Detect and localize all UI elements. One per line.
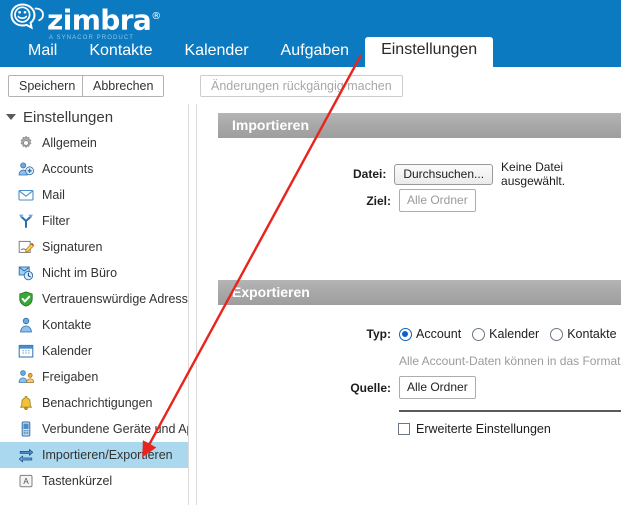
envelope-icon [18, 189, 34, 201]
contacts-icon [20, 317, 32, 333]
chevron-down-icon[interactable] [6, 114, 16, 120]
export-source-folder-select[interactable]: Alle Ordner [399, 376, 476, 399]
keyboard-key-icon: A [19, 474, 33, 488]
export-source-label: Quelle: [350, 380, 391, 395]
cancel-button[interactable]: Abbrechen [82, 75, 165, 97]
radio-option-kontakte[interactable]: Kontakte [550, 327, 617, 341]
signature-icon [18, 240, 34, 253]
sidebar-item-label: Accounts [42, 162, 94, 176]
export-divider [399, 410, 621, 412]
mobile-device-icon [21, 421, 31, 437]
browse-button[interactable]: Durchsuchen... [394, 163, 494, 185]
sidebar-item-nicht-im-buero[interactable]: Nicht im Büro [0, 260, 188, 286]
settings-toolbar: Speichern Abbrechen Änderungen rückgängi… [0, 67, 621, 104]
radio-kontakte-indicator[interactable] [550, 327, 564, 341]
radio-option-account[interactable]: Account [399, 327, 461, 341]
radio-kontakte-label: Kontakte [567, 327, 617, 341]
export-format-hint: Alle Account-Daten können in das Format … [399, 354, 621, 368]
brand-name: zimbra® [47, 3, 161, 34]
undo-changes-button[interactable]: Änderungen rückgängig machen [200, 75, 403, 97]
zimbra-settings-window: zimbra® A SYNACOR PRODUCT Mail Kontakte … [0, 0, 621, 505]
svg-text:A: A [23, 477, 29, 486]
import-target-row: Ziel: Alle Ordner [327, 189, 476, 212]
sidebar-header-label: Einstellungen [23, 108, 114, 126]
radio-account-indicator[interactable] [399, 327, 412, 341]
gear-icon [20, 135, 32, 149]
tab-kalender[interactable]: Kalender [169, 38, 265, 67]
radio-option-kalender[interactable]: Kalender [472, 327, 539, 341]
filter-icon [19, 214, 33, 228]
sidebar-item-mail[interactable]: Mail [0, 182, 188, 208]
sidebar-item-tastenkuerzel[interactable]: A Tastenkürzel [0, 468, 188, 494]
import-section-title: Importieren [218, 113, 621, 138]
sidebar-item-accounts[interactable]: Accounts [0, 156, 188, 182]
settings-sidebar: Einstellungen Allgemein Accounts Mail Fi… [0, 104, 188, 505]
zimbra-logo-mark [10, 3, 44, 30]
advanced-settings-label: Erweiterte Einstellungen [416, 422, 551, 436]
sidebar-item-verbundene-geraete-und-apps[interactable]: Verbundene Geräte und Apps [0, 416, 188, 442]
sidebar-item-label: Vertrauenswürdige Adressen [42, 292, 188, 306]
tab-einstellungen[interactable]: Einstellungen [365, 37, 494, 67]
import-target-folder-select[interactable]: Alle Ordner [399, 189, 476, 212]
export-type-label: Typ: [366, 327, 391, 341]
export-type-row: Typ: Account Kalender Kontakte [327, 327, 621, 341]
sidebar-item-label: Freigaben [42, 370, 99, 384]
tab-aufgaben[interactable]: Aufgaben [265, 38, 366, 67]
sidebar-item-label: Signaturen [42, 240, 103, 254]
save-button[interactable]: Speichern [8, 75, 87, 97]
sidebar-item-label: Verbundene Geräte und Apps [42, 422, 188, 436]
sidebar-item-label: Tastenkürzel [42, 474, 113, 488]
radio-kalender-indicator[interactable] [472, 327, 486, 341]
sidebar-item-label: Mail [42, 188, 65, 202]
sidebar-item-label: Benachrichtigungen [42, 396, 153, 410]
sidebar-item-freigaben[interactable]: Freigaben [0, 364, 188, 390]
import-export-panel: Importieren Datei: Durchsuchen... Keine … [197, 104, 621, 505]
sidebar-item-benachrichtigungen[interactable]: Benachrichtigungen [0, 390, 188, 416]
bell-icon [19, 395, 33, 410]
export-source-row: Quelle: Alle Ordner [327, 376, 476, 399]
sidebar-item-allgemein[interactable]: Allgemein [0, 130, 188, 156]
calendar-icon [18, 344, 34, 358]
brand-registered-mark: ® [151, 11, 161, 22]
sidebar-header[interactable]: Einstellungen [0, 104, 188, 130]
main-tab-bar: Mail Kontakte Kalender Aufgaben Einstell… [0, 37, 621, 67]
tab-kontakte[interactable]: Kontakte [73, 38, 168, 67]
export-section-title: Exportieren [218, 280, 621, 305]
import-target-label: Ziel: [366, 193, 391, 208]
sidebar-item-label: Nicht im Büro [42, 266, 118, 280]
import-export-icon [18, 449, 34, 463]
app-header: zimbra® A SYNACOR PRODUCT Mail Kontakte … [0, 0, 621, 67]
share-icon [18, 370, 34, 383]
sidebar-item-filter[interactable]: Filter [0, 208, 188, 234]
sidebar-item-label: Filter [42, 214, 70, 228]
sidebar-item-kalender[interactable]: Kalender [0, 338, 188, 364]
radio-kalender-label: Kalender [489, 327, 540, 341]
sidebar-item-label: Kontakte [42, 318, 92, 332]
brand-name-text: zimbra [47, 3, 152, 37]
advanced-settings-checkbox[interactable] [398, 423, 410, 435]
sidebar-item-label: Allgemein [42, 136, 97, 150]
export-type-radio-group: Account Kalender Kontakte [399, 327, 621, 341]
radio-account-label: Account [416, 327, 462, 341]
no-file-selected-text: Keine Datei ausgewählt. [501, 160, 566, 188]
sidebar-item-importieren-exportieren[interactable]: Importieren/Exportieren [0, 442, 188, 468]
sidebar-item-label: Kalender [42, 344, 93, 358]
sidebar-item-signaturen[interactable]: Signaturen [0, 234, 188, 260]
sidebar-item-kontakte[interactable]: Kontakte [0, 312, 188, 338]
import-file-row: Datei: Durchsuchen... Keine Datei ausgew… [327, 160, 621, 188]
advanced-settings-checkbox-row[interactable]: Erweiterte Einstellungen [398, 422, 551, 436]
import-file-label: Datei: [352, 167, 387, 181]
accounts-icon [18, 162, 34, 176]
sidebar-divider-left [188, 104, 189, 505]
out-of-office-icon [18, 266, 34, 281]
zimbra-logo: zimbra® A SYNACOR PRODUCT [10, 3, 161, 41]
tab-mail[interactable]: Mail [12, 38, 73, 67]
shield-icon [19, 291, 33, 307]
sidebar-item-label: Importieren/Exportieren [42, 448, 173, 462]
sidebar-item-vertrauenswuerdige-adressen[interactable]: Vertrauenswürdige Adressen [0, 286, 188, 312]
